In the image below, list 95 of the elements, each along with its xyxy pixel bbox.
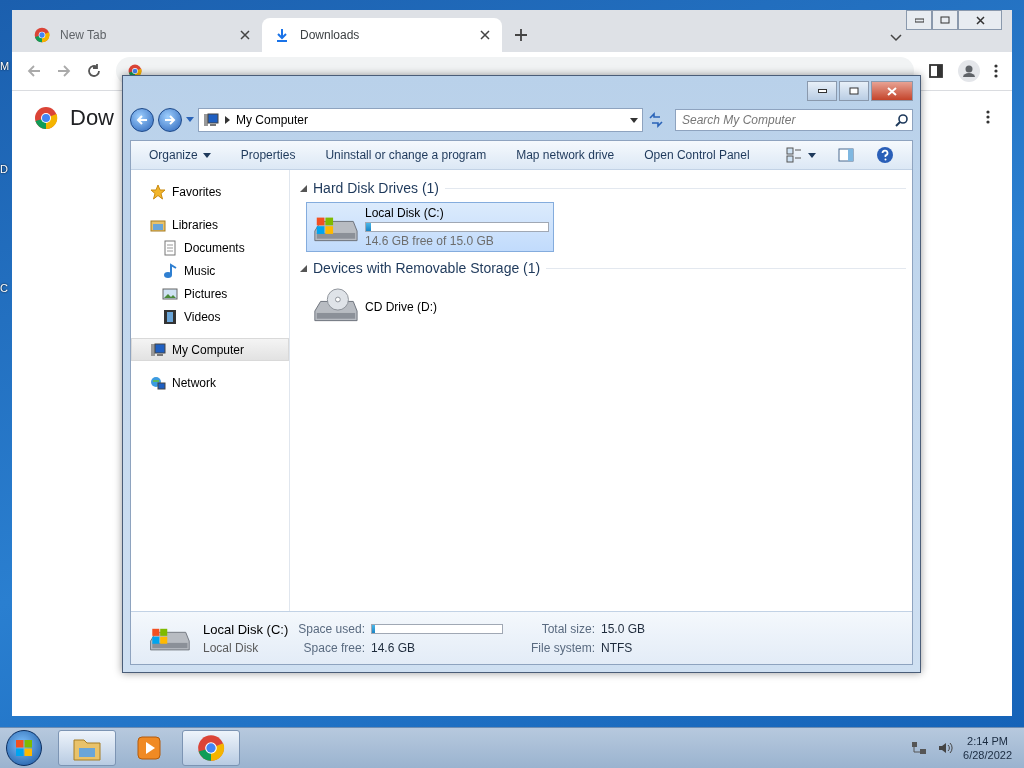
minimize-button[interactable] xyxy=(807,81,837,101)
download-icon xyxy=(274,27,290,43)
back-button[interactable] xyxy=(130,108,154,132)
pictures-icon xyxy=(162,285,178,302)
taskbar-button[interactable] xyxy=(182,730,240,766)
help-icon xyxy=(876,146,894,164)
sidebar-icon xyxy=(928,63,944,79)
nav-item[interactable]: Music xyxy=(131,259,289,282)
toolbar-button[interactable]: Map network drive xyxy=(516,148,615,162)
desktop-icon-label: M xyxy=(0,60,10,72)
nav-item[interactable]: Favorites xyxy=(131,180,289,203)
detail-label: Space free: xyxy=(302,640,365,655)
nav-item[interactable]: My Computer xyxy=(131,338,289,361)
drive-type: Local Disk xyxy=(203,640,260,655)
caret-icon xyxy=(186,117,194,123)
group-heading[interactable]: Devices with Removable Storage (1) xyxy=(313,260,541,276)
search-icon xyxy=(895,114,908,127)
page-title: Dow xyxy=(70,105,114,131)
forward-arrow-icon xyxy=(164,114,176,126)
forward-button[interactable] xyxy=(158,108,182,132)
detail-label: Space used: xyxy=(297,622,365,636)
search-field[interactable]: Search My Computer xyxy=(675,109,913,131)
nav-item[interactable]: Videos xyxy=(131,305,289,328)
back-arrow-icon xyxy=(136,114,148,126)
reload-icon xyxy=(86,63,102,79)
maximize-button[interactable] xyxy=(839,81,869,101)
taskbar-button[interactable] xyxy=(58,730,116,766)
music-note-icon xyxy=(162,262,178,279)
drive-name: CD Drive (D:) xyxy=(365,300,438,314)
network-icon xyxy=(150,374,166,391)
toolbar-button[interactable]: Uninstall or change a program xyxy=(325,148,487,162)
close-icon xyxy=(240,30,250,40)
menu-icon xyxy=(994,64,998,78)
address-bar[interactable]: My Computer xyxy=(198,108,643,132)
menu-icon xyxy=(986,109,990,124)
refresh-icon xyxy=(647,111,665,129)
chrome-logo-icon xyxy=(34,27,50,43)
detail-label: File system: xyxy=(529,640,595,655)
desktop-icon-label: D xyxy=(0,163,8,175)
nav-item[interactable]: Documents xyxy=(131,236,289,259)
restore-icon xyxy=(849,87,859,95)
desktop-icon-label: C xyxy=(0,282,8,294)
document-icon xyxy=(162,239,178,256)
clock-time: 2:14 PM xyxy=(967,735,1008,747)
close-icon xyxy=(887,86,897,96)
toolbar-button[interactable]: Organize xyxy=(149,148,211,162)
caret-icon xyxy=(225,116,230,124)
detail-value: 14.6 GB xyxy=(370,640,416,655)
caret-icon xyxy=(202,152,211,158)
nav-item[interactable]: Libraries xyxy=(131,213,289,236)
toolbar-button[interactable]: Properties xyxy=(240,148,296,162)
close-icon xyxy=(480,30,490,40)
computer-icon xyxy=(150,341,166,358)
new-tab-icon xyxy=(514,28,528,42)
caret-icon xyxy=(630,117,638,123)
maximize-button[interactable] xyxy=(932,10,958,30)
start-button[interactable] xyxy=(6,730,42,766)
speaker-icon xyxy=(937,740,954,756)
film-icon xyxy=(162,308,178,325)
detail-value: 15.0 GB xyxy=(601,622,645,636)
detail-label: Total size: xyxy=(540,622,595,636)
chevron-down-icon xyxy=(890,34,902,42)
network-icon xyxy=(911,740,928,756)
profile-icon xyxy=(958,60,980,82)
forward-arrow-icon xyxy=(56,63,72,79)
drive-item[interactable]: Local Disk (C:) 14.6 GB free of 15.0 GB xyxy=(306,202,554,252)
group-heading[interactable]: Hard Disk Drives (1) xyxy=(313,180,439,196)
preview-pane-icon xyxy=(838,148,854,162)
computer-icon xyxy=(203,112,219,128)
drive-name: Local Disk (C:) xyxy=(203,621,289,637)
chrome-logo-icon xyxy=(34,106,58,130)
drive-item[interactable]: CD Drive (D:) xyxy=(306,282,554,332)
minimize-icon xyxy=(914,17,924,23)
chrome-logo-icon xyxy=(197,734,225,762)
media-player-icon xyxy=(136,735,162,761)
minimize-icon xyxy=(817,89,827,93)
close-icon xyxy=(975,15,985,25)
browser-tab[interactable]: Downloads xyxy=(262,18,502,52)
toolbar-button[interactable]: Open Control Panel xyxy=(644,148,750,162)
clock-date: 6/28/2022 xyxy=(963,749,1012,761)
collapse-triangle-icon xyxy=(300,184,307,192)
star-icon xyxy=(150,183,166,200)
view-options-icon xyxy=(786,147,816,163)
browser-tab[interactable]: New Tab xyxy=(22,18,262,52)
detail-value: NTFS xyxy=(601,640,634,655)
collapse-triangle-icon xyxy=(300,264,307,272)
back-arrow-icon xyxy=(26,63,42,79)
drive-caption: 14.6 GB free of 15.0 GB xyxy=(365,234,495,248)
windows-logo-icon xyxy=(15,739,33,757)
drive-name: Local Disk (C:) xyxy=(365,206,445,220)
restore-icon xyxy=(940,16,950,24)
nav-item[interactable]: Pictures xyxy=(131,282,289,305)
close-button[interactable] xyxy=(871,81,913,101)
close-button[interactable] xyxy=(958,10,1002,30)
nav-item[interactable]: Network xyxy=(131,371,289,394)
